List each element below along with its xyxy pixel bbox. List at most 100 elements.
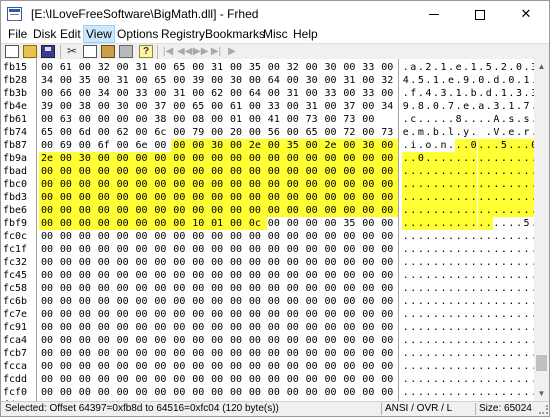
ascii-char[interactable]: . [417, 61, 425, 74]
ascii-char[interactable]: . [470, 269, 478, 282]
ascii-char[interactable]: 0 [432, 100, 440, 113]
hex-byte[interactable]: 00 [152, 373, 172, 386]
ascii-char[interactable]: . [522, 165, 531, 178]
hex-byte[interactable]: 00 [304, 230, 324, 243]
ascii-char[interactable]: . [439, 152, 448, 165]
hex-byte[interactable]: 63 [58, 113, 78, 126]
hex-byte[interactable]: 34 [39, 74, 59, 87]
ascii-char[interactable]: . [515, 386, 523, 399]
hex-byte[interactable]: 00 [58, 230, 78, 243]
hex-byte[interactable]: 00 [152, 282, 172, 295]
hex-byte[interactable]: 00 [360, 152, 381, 165]
next-icon[interactable]: ▶▶ [193, 45, 208, 58]
hex-byte[interactable]: 00 [190, 87, 210, 100]
ascii-char[interactable]: . [500, 347, 508, 360]
ascii-char[interactable]: . [417, 178, 425, 191]
ascii-char[interactable]: . [523, 360, 531, 373]
ascii-char[interactable]: . [500, 308, 508, 321]
ascii-char[interactable]: . [417, 139, 425, 152]
hex-byte[interactable]: 65 [171, 61, 191, 74]
hex-byte[interactable]: 61 [228, 100, 248, 113]
ascii-char[interactable]: . [462, 204, 470, 217]
ascii-char[interactable]: . [462, 230, 470, 243]
hex-byte[interactable]: 00 [304, 295, 324, 308]
ascii-char[interactable]: . [410, 373, 418, 386]
ascii-char[interactable]: . [515, 100, 523, 113]
ascii-char[interactable]: . [447, 178, 455, 191]
ascii-char[interactable]: . [402, 256, 410, 269]
ascii-char[interactable]: . [478, 243, 486, 256]
ascii-char[interactable]: . [454, 165, 463, 178]
ascii-char[interactable]: . [485, 373, 493, 386]
hex-byte[interactable]: 00 [322, 165, 343, 178]
hex-byte[interactable]: 10 [190, 217, 211, 230]
hex-byte[interactable]: 00 [247, 256, 267, 269]
hex-byte[interactable]: 00 [285, 334, 305, 347]
ascii-char[interactable]: . [432, 282, 440, 295]
hex-byte[interactable]: 00 [247, 360, 267, 373]
ascii-char[interactable]: . [515, 360, 523, 373]
hex-byte[interactable]: 00 [323, 256, 343, 269]
ascii-char[interactable]: . [470, 74, 478, 87]
ascii-char[interactable]: . [485, 191, 493, 204]
ascii-char[interactable]: . [470, 386, 478, 399]
ascii-char[interactable]: . [424, 152, 433, 165]
hex-byte[interactable]: 00 [190, 360, 210, 373]
hex-byte[interactable]: 00 [209, 230, 229, 243]
hex-byte[interactable]: 00 [171, 178, 192, 191]
hex-byte[interactable]: 00 [266, 308, 286, 321]
hex-byte[interactable]: 00 [341, 230, 361, 243]
ascii-char[interactable]: . [515, 113, 523, 126]
ascii-char[interactable]: . [500, 204, 508, 217]
ascii-char[interactable]: . [508, 269, 516, 282]
ascii-char[interactable]: . [515, 230, 523, 243]
ascii-char[interactable]: 7 [447, 100, 455, 113]
hex-byte[interactable]: 00 [134, 360, 154, 373]
ascii-char[interactable]: . [432, 321, 440, 334]
hex-byte[interactable]: 00 [247, 282, 267, 295]
ascii-char[interactable]: . [493, 87, 501, 100]
ascii-char[interactable]: . [470, 113, 478, 126]
hex-byte[interactable]: 00 [247, 321, 267, 334]
hex-byte[interactable]: 00 [96, 282, 116, 295]
hex-byte[interactable]: 00 [95, 191, 116, 204]
hex-byte[interactable]: 00 [152, 217, 173, 230]
hex-byte[interactable]: 00 [379, 217, 399, 230]
hex-byte[interactable]: 00 [247, 295, 267, 308]
ascii-char[interactable]: . [447, 360, 455, 373]
hex-byte[interactable]: 00 [209, 308, 229, 321]
ascii-char[interactable]: . [462, 295, 470, 308]
ascii-char[interactable]: . [470, 295, 478, 308]
ascii-char[interactable]: . [432, 256, 440, 269]
ascii-char[interactable]: . [402, 165, 410, 178]
ascii-char[interactable]: . [515, 269, 523, 282]
hex-byte[interactable]: 00 [228, 243, 248, 256]
hex-byte[interactable]: 00 [285, 126, 305, 139]
ascii-char[interactable]: . [485, 321, 493, 334]
hex-byte[interactable]: 00 [379, 308, 399, 321]
hex-byte[interactable]: 00 [228, 87, 248, 100]
ascii-char[interactable]: . [515, 152, 523, 165]
hex-byte[interactable]: 00 [265, 204, 286, 217]
hex-byte[interactable]: 00 [133, 191, 154, 204]
ascii-char[interactable]: . [410, 243, 418, 256]
hex-byte[interactable]: 00 [266, 360, 286, 373]
hex-byte[interactable]: 00 [39, 113, 59, 126]
hex-byte[interactable]: 00 [323, 360, 343, 373]
ascii-char[interactable]: . [485, 217, 493, 230]
ascii-char[interactable]: . [500, 256, 508, 269]
hex-byte[interactable]: 6f [96, 139, 116, 152]
hex-byte[interactable]: 00 [115, 87, 135, 100]
hex-byte[interactable]: 00 [322, 152, 343, 165]
hex-byte[interactable]: 00 [284, 191, 305, 204]
hex-byte[interactable]: 00 [379, 87, 399, 100]
hex-byte[interactable]: 00 [303, 178, 324, 191]
ascii-char[interactable]: . [515, 295, 523, 308]
ascii-char[interactable]: . [515, 373, 523, 386]
ascii-char[interactable]: . [478, 334, 486, 347]
hex-byte[interactable]: 00 [341, 386, 361, 399]
hex-byte[interactable]: 00 [266, 321, 286, 334]
hex-byte[interactable]: 00 [266, 87, 286, 100]
menu-disk[interactable]: Disk [30, 27, 59, 41]
ascii-char[interactable]: . [492, 139, 501, 152]
